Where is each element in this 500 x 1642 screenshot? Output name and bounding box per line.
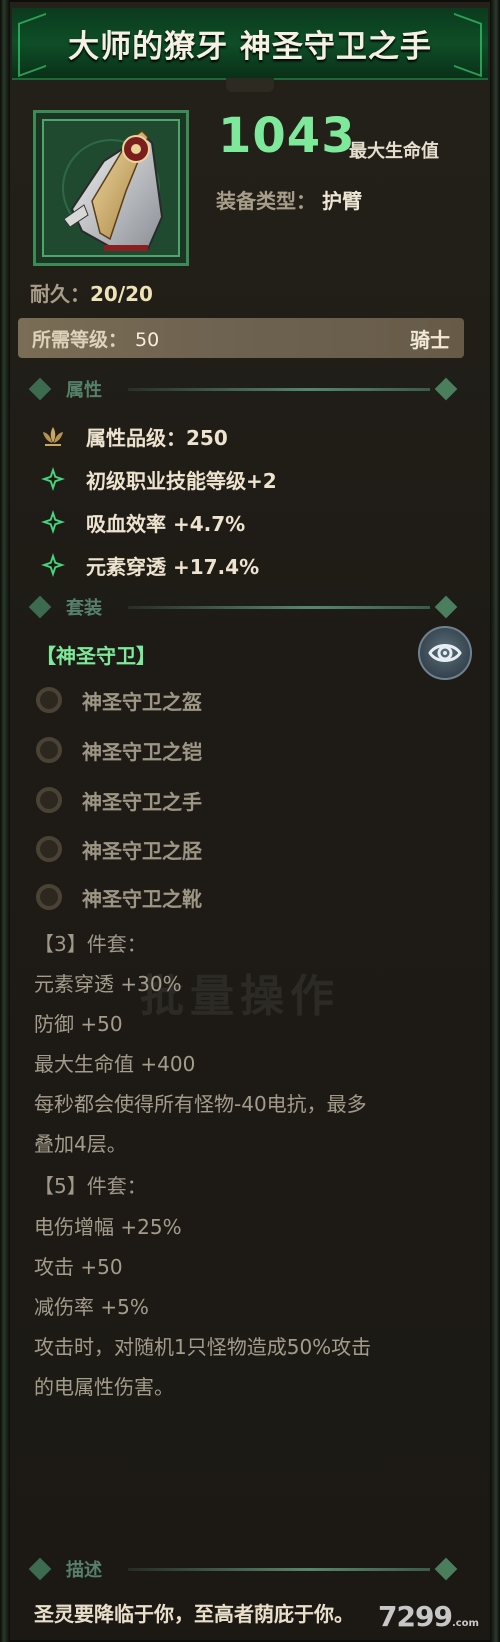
set-piece-name: 神圣守卫之靴 — [82, 886, 202, 911]
set-piece-name: 神圣守卫之手 — [82, 789, 202, 814]
equip-type: 装备类型： 护臂 — [216, 185, 362, 214]
durability: 耐久：20/20 — [30, 278, 153, 307]
attribute-text: 吸血效率 +4.7% — [86, 511, 246, 536]
set-bonus-line: 减伤率 +5% — [34, 1295, 149, 1319]
set-piece: 神圣守卫之靴 — [36, 880, 202, 914]
set-piece: 神圣守卫之胫 — [36, 832, 202, 866]
equip-type-value: 护臂 — [322, 189, 362, 213]
diamond-icon — [434, 377, 458, 401]
description-text: 圣灵要降临于你，至高者荫庇于你。 — [34, 1602, 354, 1626]
set-piece-name: 神圣守卫之盔 — [82, 689, 202, 714]
set-bonus-header: 【5】件套： — [34, 1174, 147, 1198]
section-header-attributes: 属性 — [28, 375, 458, 405]
lotus-icon — [40, 423, 66, 449]
item-title: 大师的獠牙 神圣守卫之手 — [68, 28, 432, 65]
main-stat-label: 最大生命值 — [349, 141, 439, 162]
divider-line — [128, 1568, 430, 1571]
set-bonus-line: 元素穿透 +30% — [34, 972, 182, 996]
attribute-text: 元素穿透 +17.4% — [86, 554, 260, 579]
set-bonus-line: 防御 +50 — [34, 1012, 123, 1036]
set-bonus-line: 每秒都会使得所有怪物-40电抗，最多 — [34, 1092, 367, 1116]
required-level-value: 50 — [135, 328, 160, 351]
item-tooltip-panel: 批量操作 大师的獠牙 神圣守卫之手 1043 最大生命值 装备类型： 护臂 耐久… — [0, 0, 500, 1642]
set-piece-name: 神圣守卫之铠 — [82, 739, 202, 764]
durability-value: 20/20 — [90, 282, 153, 306]
required-level-bar: 所需等级： 50 骑士 — [18, 318, 464, 358]
gauntlet-icon — [44, 121, 178, 255]
set-piece: 神圣守卫之手 — [36, 783, 202, 817]
attribute-text: 属性品级：250 — [86, 425, 228, 450]
site-logo: 7299.com — [378, 1600, 479, 1633]
set-name: 【神圣守卫】 — [36, 644, 156, 668]
sparkle-icon — [40, 552, 66, 578]
attribute-text: 初级职业技能等级+2 — [86, 468, 277, 493]
attribute-row: 元素穿透 +17.4% — [40, 550, 259, 580]
diamond-icon — [434, 1557, 458, 1581]
logo-suffix: .com — [451, 1618, 479, 1629]
set-piece-indicator — [36, 737, 62, 763]
diamond-icon — [28, 377, 52, 401]
item-icon-frame[interactable] — [33, 110, 189, 266]
attribute-row: 吸血效率 +4.7% — [40, 507, 245, 537]
attribute-row: 初级职业技能等级+2 — [40, 464, 277, 494]
set-piece: 神圣守卫之铠 — [36, 733, 202, 767]
section-header-description: 描述 — [28, 1555, 458, 1585]
set-piece-indicator — [36, 687, 62, 713]
right-vine-border — [490, 0, 500, 1642]
set-piece-indicator — [36, 836, 62, 862]
section-label-set: 套装 — [66, 598, 102, 619]
section-header-set: 套装 — [28, 593, 458, 623]
diamond-icon — [28, 1557, 52, 1581]
logo-text: 7299 — [378, 1600, 453, 1633]
equip-type-label: 装备类型： — [216, 189, 316, 213]
divider-line — [128, 388, 430, 391]
diamond-icon — [28, 595, 52, 619]
set-piece-name: 神圣守卫之胫 — [82, 838, 202, 863]
set-bonus-line: 的电属性伤害。 — [34, 1375, 174, 1399]
required-level: 所需等级： 50 — [32, 325, 159, 352]
title-bar: 大师的獠牙 神圣守卫之手 — [12, 8, 488, 80]
set-piece-indicator — [36, 787, 62, 813]
set-bonus-line: 攻击时，对随机1只怪物造成50%攻击 — [34, 1335, 372, 1359]
sparkle-icon — [40, 466, 66, 492]
title-tab — [226, 78, 274, 92]
set-bonus-line: 电伤增幅 +25% — [34, 1215, 182, 1239]
set-bonus-line: 最大生命值 +400 — [34, 1052, 196, 1076]
required-level-label: 所需等级： — [32, 328, 128, 351]
diamond-icon — [434, 595, 458, 619]
left-vine-border — [0, 0, 10, 1642]
divider-line — [128, 606, 430, 609]
eye-icon — [428, 644, 462, 662]
set-bonus-line: 攻击 +50 — [34, 1255, 123, 1279]
set-piece-indicator — [36, 884, 62, 910]
set-piece: 神圣守卫之盔 — [36, 683, 202, 717]
class-label: 骑士 — [410, 327, 450, 352]
set-bonus-line: 叠加4层。 — [34, 1132, 127, 1156]
set-bonus-header: 【3】件套： — [34, 932, 147, 956]
sparkle-icon — [40, 509, 66, 535]
main-stat-value: 1043 — [218, 108, 356, 164]
attribute-row: 属性品级：250 — [40, 421, 228, 451]
section-label-description: 描述 — [66, 1560, 102, 1581]
eye-toggle-button[interactable] — [418, 626, 472, 680]
section-label-attributes: 属性 — [66, 380, 102, 401]
durability-label: 耐久： — [30, 282, 90, 306]
